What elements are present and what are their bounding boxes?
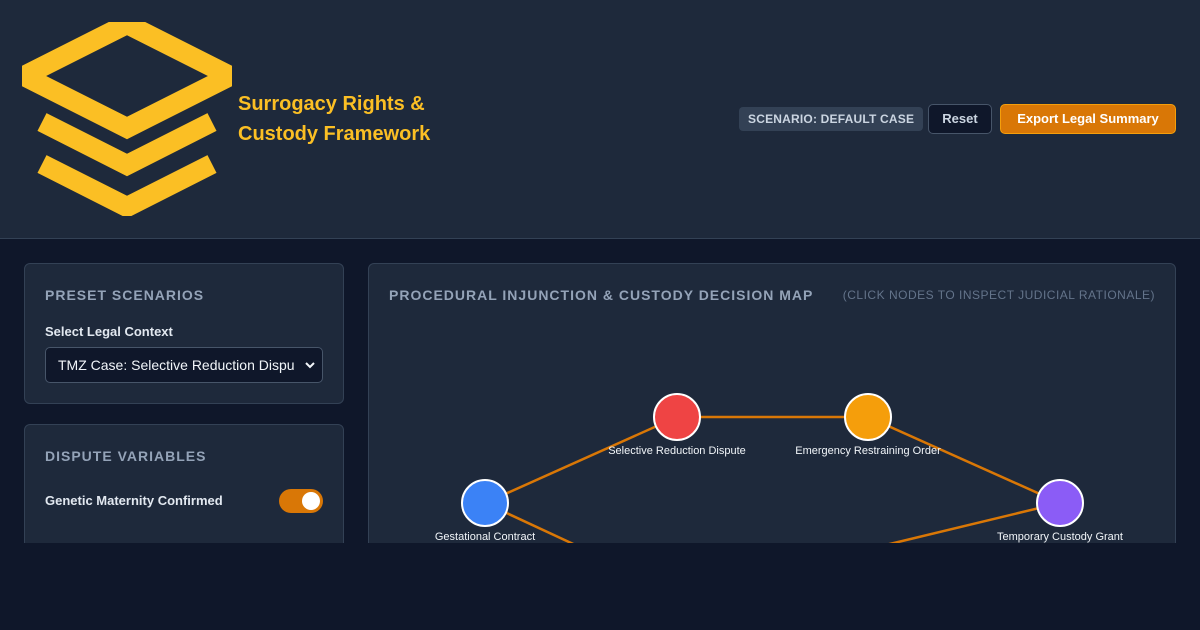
map-node-circle[interactable] xyxy=(461,479,509,527)
map-node-restraining[interactable]: Emergency Restraining Order xyxy=(795,393,941,457)
legal-context-label: Select Legal Context xyxy=(45,324,173,339)
edge-gestational-reduction xyxy=(484,415,678,505)
map-node-label: Emergency Restraining Order xyxy=(795,445,941,457)
legal-context-select[interactable]: TMZ Case: Selective Reduction Dispute xyxy=(45,347,323,383)
decision-map-graph: Gestational Contract Selective Reduction … xyxy=(435,393,1123,551)
map-node-reduction[interactable]: Selective Reduction Dispute xyxy=(608,393,746,457)
decision-map-panel: PROCEDURAL INJUNCTION & CUSTODY DECISION… xyxy=(368,263,1176,563)
preset-scenarios-panel: PRESET SCENARIOS Select Legal Context TM… xyxy=(24,263,344,404)
edge-restraining-custody xyxy=(867,415,1061,505)
title-line-2: Custody Framework xyxy=(238,123,431,145)
dispute-variables-heading: DISPUTE VARIABLES xyxy=(45,448,207,464)
app-title: Surrogacy Rights & Custody Framework xyxy=(238,89,538,149)
export-legal-summary-button[interactable]: Export Legal Summary xyxy=(1000,104,1176,134)
title-line-1: Surrogacy Rights & xyxy=(238,93,425,115)
stacked-layers-icon xyxy=(22,22,232,216)
chevron-down-icon xyxy=(305,362,315,369)
map-node-circle[interactable] xyxy=(844,393,892,441)
map-node-gestational[interactable]: Gestational Contract xyxy=(435,479,535,543)
toggle-knob xyxy=(302,492,320,510)
viewport-bottom-background xyxy=(0,543,1200,630)
genetic-maternity-label: Genetic Maternity Confirmed xyxy=(45,493,223,508)
map-node-circle[interactable] xyxy=(653,393,701,441)
map-node-label: Gestational Contract xyxy=(435,531,535,543)
reset-button[interactable]: Reset xyxy=(928,104,992,134)
genetic-maternity-toggle[interactable] xyxy=(279,489,323,513)
map-node-circle[interactable] xyxy=(1036,479,1084,527)
app-header: Surrogacy Rights & Custody Framework SCE… xyxy=(0,0,1200,239)
preset-scenarios-heading: PRESET SCENARIOS xyxy=(45,287,205,303)
map-node-label: Selective Reduction Dispute xyxy=(608,445,746,457)
map-node-custody[interactable]: Temporary Custody Grant xyxy=(997,479,1123,543)
legal-context-selected-value: TMZ Case: Selective Reduction Dispute xyxy=(58,357,294,373)
map-node-label: Temporary Custody Grant xyxy=(997,531,1123,543)
scenario-badge: SCENARIO: DEFAULT CASE xyxy=(739,107,924,131)
